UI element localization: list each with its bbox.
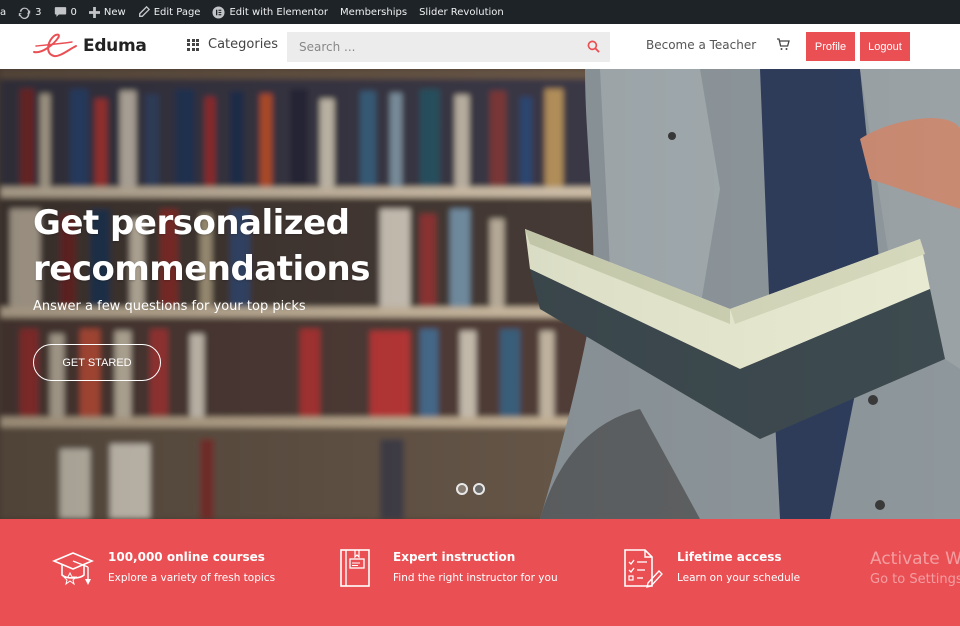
become-teacher-link[interactable]: Become a Teacher (646, 38, 756, 52)
feature-desc: Find the right instructor for you (393, 572, 558, 584)
feature-desc: Learn on your schedule (677, 572, 801, 584)
feature-title: Expert instruction (393, 550, 516, 564)
feature-item: Expert instruction Find the right instru… (337, 547, 558, 589)
checklist-icon (624, 549, 663, 588)
hero-title: Get personalized recommendations (33, 200, 370, 292)
watermark-line2: Go to Settings (870, 572, 960, 587)
memberships-item[interactable]: Memberships (334, 0, 413, 24)
cart-icon[interactable] (776, 38, 790, 51)
updates-count: 3 (35, 6, 42, 18)
book-icon (340, 549, 370, 587)
hero-background-image (0, 69, 960, 519)
slider-pagination (456, 483, 485, 495)
slider-dot-2[interactable] (473, 483, 485, 495)
slider-dot-1[interactable] (456, 483, 468, 495)
feature-item: Lifetime access Learn on your schedule (621, 547, 800, 589)
search-box (287, 32, 610, 62)
profile-button[interactable]: Profile (806, 32, 855, 61)
memberships-label: Memberships (340, 6, 408, 18)
watermark-line1: Activate W (870, 549, 960, 569)
hero-subtitle: Answer a few questions for your top pick… (33, 299, 306, 314)
search-icon[interactable] (587, 40, 600, 53)
features-bar: 100,000 online courses Explore a variety… (0, 519, 960, 626)
eduma-logo-mark (33, 33, 77, 58)
windows-activation-watermark: Activate W Go to Settings (870, 549, 960, 587)
elementor-item[interactable]: Edit with Elementor (206, 0, 334, 24)
feature-item: 100,000 online courses Explore a variety… (52, 547, 275, 589)
elementor-label: Edit with Elementor (229, 6, 329, 18)
feature-title: 100,000 online courses (108, 550, 265, 564)
updates-item[interactable]: 3 (12, 0, 47, 24)
grid-icon (187, 38, 199, 51)
search-input[interactable] (299, 40, 569, 54)
pencil-icon (138, 6, 150, 17)
categories-label: Categories (208, 37, 279, 52)
edit-page-item[interactable]: Edit Page (132, 0, 207, 24)
categories-menu[interactable]: Categories (187, 37, 278, 52)
feature-title: Lifetime access (677, 550, 782, 564)
get-started-button[interactable]: GET STARED (33, 344, 161, 381)
new-item[interactable]: New (83, 0, 132, 24)
comments-count: 0 (70, 6, 77, 18)
edit-page-label: Edit Page (153, 6, 201, 18)
graduation-cap-icon (52, 552, 94, 586)
site-name-item[interactable]: a (0, 0, 12, 24)
site-header: Eduma Categories Become a Teacher Profil… (0, 24, 960, 69)
hero-title-line2: recommendations (33, 249, 370, 289)
logo-text: Eduma (83, 36, 147, 56)
updates-icon (18, 7, 31, 19)
site-logo[interactable]: Eduma (32, 32, 147, 60)
comment-icon (54, 7, 66, 17)
hero-title-line1: Get personalized (33, 203, 350, 243)
slider-revolution-item[interactable]: Slider Revolution (413, 0, 510, 24)
elementor-icon (212, 5, 226, 19)
new-label: New (103, 6, 126, 18)
admin-bar: a 3 0 New Edit Page Edit with Elementor … (0, 0, 960, 24)
plus-icon (88, 6, 100, 18)
logout-button[interactable]: Logout (860, 32, 910, 61)
slider-label: Slider Revolution (419, 6, 504, 18)
hero-slider: Get personalized recommendations Answer … (0, 69, 960, 519)
feature-desc: Explore a variety of fresh topics (108, 572, 276, 584)
comments-item[interactable]: 0 (48, 0, 83, 24)
